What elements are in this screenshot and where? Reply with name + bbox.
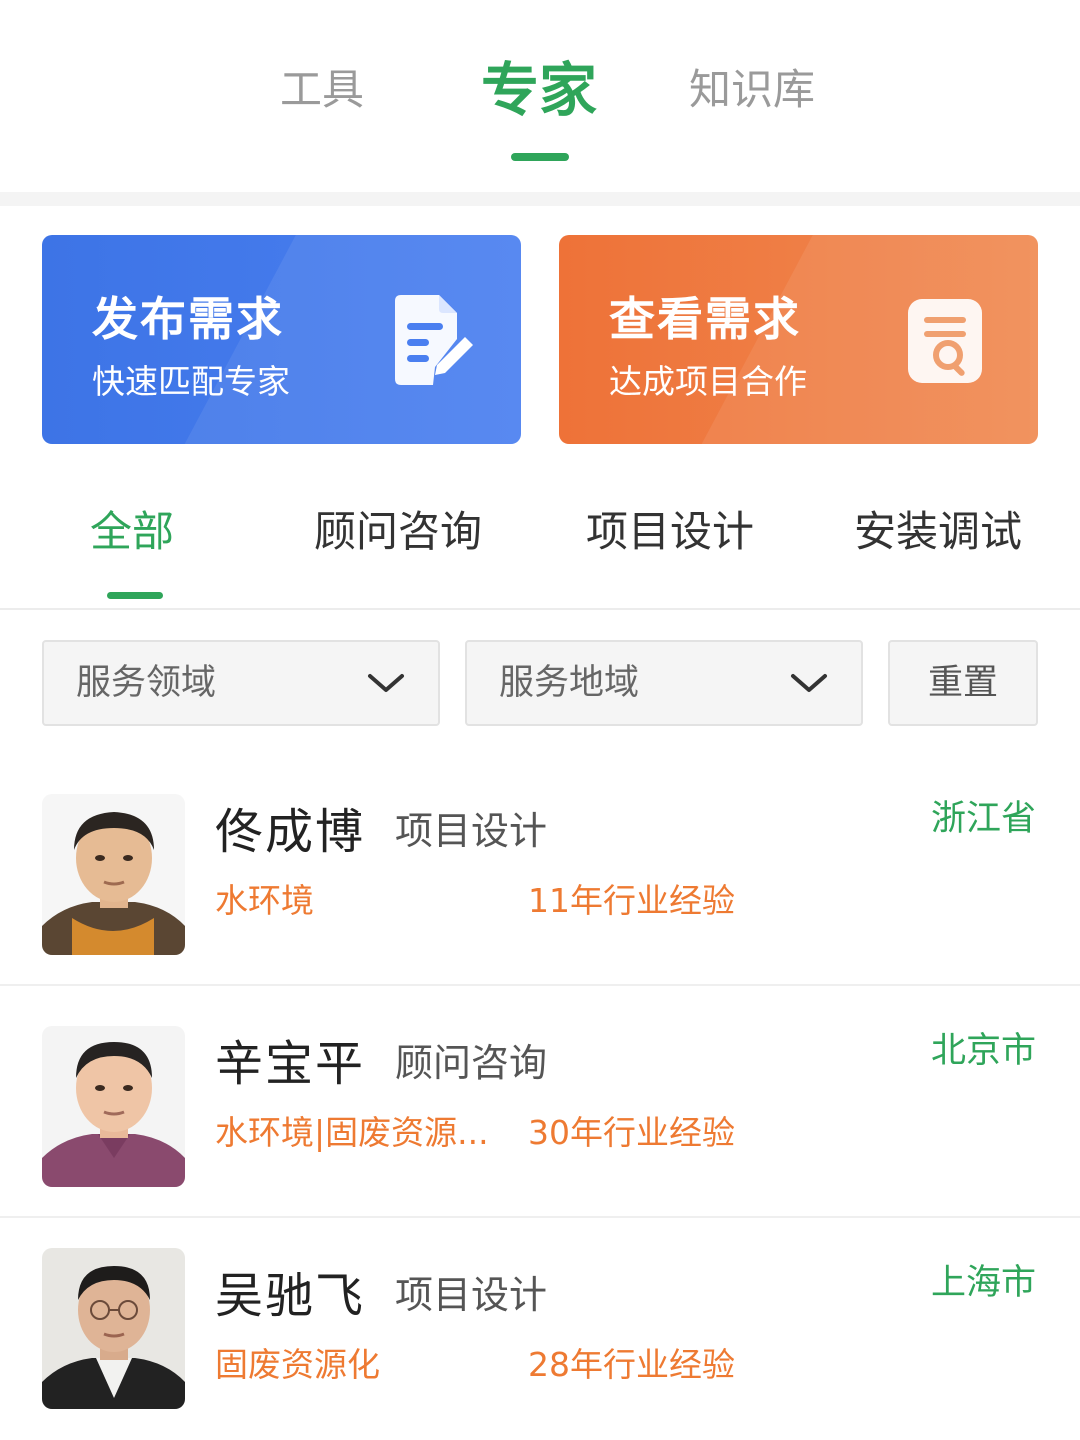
view-request-card[interactable]: 查看需求 达成项目合作 xyxy=(559,235,1038,444)
card-title: 发布需求 xyxy=(92,292,284,346)
avatar xyxy=(42,794,185,955)
active-category-indicator xyxy=(107,592,163,599)
expert-role: 顾问咨询 xyxy=(395,1041,548,1085)
divider xyxy=(0,608,1080,610)
tab-knowledge-base[interactable]: 知识库 xyxy=(672,58,832,122)
category-tab-installation[interactable]: 安装调试 xyxy=(854,502,1022,562)
expert-region: 上海市 xyxy=(930,1263,1036,1303)
expert-name: 吴驰飞 xyxy=(215,1268,366,1324)
expert-name: 辛宝平 xyxy=(215,1036,366,1092)
avatar xyxy=(42,1026,185,1187)
search-document-icon xyxy=(908,299,982,383)
expert-field: 水环境|固废资源... xyxy=(215,1113,489,1152)
expert-experience: 28年行业经验 xyxy=(528,1345,735,1384)
expert-region: 浙江省 xyxy=(930,799,1036,839)
card-subtitle: 达成项目合作 xyxy=(609,362,807,401)
dropdown-label: 服务领域 xyxy=(76,663,217,703)
expert-field: 固废资源化 xyxy=(215,1345,380,1384)
chevron-down-icon xyxy=(368,674,404,692)
service-field-dropdown[interactable]: 服务领域 xyxy=(42,640,440,726)
expert-list-item[interactable]: 吴驰飞 项目设计 上海市 固废资源化 28年行业经验 xyxy=(0,1234,1080,1440)
card-title: 查看需求 xyxy=(609,292,801,346)
top-tab-bar: 工具 专家 知识库 xyxy=(0,0,1080,192)
divider xyxy=(0,1216,1080,1218)
avatar xyxy=(42,1248,185,1409)
tab-experts[interactable]: 专家 xyxy=(468,58,610,122)
expert-role: 项目设计 xyxy=(395,1273,548,1317)
active-tab-indicator xyxy=(511,153,569,161)
card-subtitle: 快速匹配专家 xyxy=(92,362,290,401)
service-region-dropdown[interactable]: 服务地域 xyxy=(465,640,863,726)
reset-button[interactable]: 重置 xyxy=(888,640,1038,726)
section-divider xyxy=(0,192,1080,206)
expert-list-item[interactable]: 辛宝平 顾问咨询 北京市 水环境|固废资源... 30年行业经验 xyxy=(0,1002,1080,1234)
category-tab-bar: 全部 顾问咨询 项目设计 安装调试 xyxy=(0,490,1080,608)
expert-name: 佟成博 xyxy=(215,804,366,860)
expert-list-item[interactable]: 佟成博 项目设计 浙江省 水环境 11年行业经验 xyxy=(0,770,1080,1002)
expert-role: 项目设计 xyxy=(395,809,548,853)
expert-experience: 11年行业经验 xyxy=(528,881,735,920)
tab-tools[interactable]: 工具 xyxy=(262,58,382,122)
expert-region: 北京市 xyxy=(930,1031,1036,1071)
chevron-down-icon xyxy=(791,674,827,692)
expert-experience: 30年行业经验 xyxy=(528,1113,735,1152)
dropdown-label: 服务地域 xyxy=(499,663,640,703)
category-tab-all[interactable]: 全部 xyxy=(90,502,174,562)
category-tab-project-design[interactable]: 项目设计 xyxy=(586,502,754,562)
category-tab-consulting[interactable]: 顾问咨询 xyxy=(314,502,482,562)
divider xyxy=(0,984,1080,986)
publish-request-card[interactable]: 发布需求 快速匹配专家 xyxy=(42,235,521,444)
edit-document-icon xyxy=(395,295,473,385)
expert-field: 水环境 xyxy=(215,881,314,920)
